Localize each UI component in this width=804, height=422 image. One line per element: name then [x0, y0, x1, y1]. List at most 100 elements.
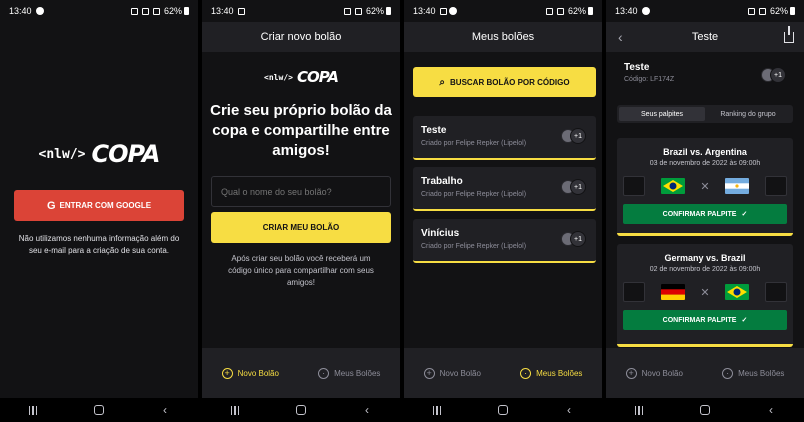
logo-bracket: <nlw/>: [264, 72, 293, 82]
status-time: 13:40: [211, 6, 234, 16]
battery-icon: [588, 7, 593, 15]
wifi-icon: [556, 7, 564, 15]
privacy-disclaimer: Não utilizamos nenhuma informação além d…: [18, 234, 180, 255]
header: Meus bolões: [404, 22, 602, 52]
home-icon[interactable]: [286, 405, 316, 415]
create-pool-screen: 13:40 62% Criar novo bolão <nlw/> COPA C…: [202, 0, 400, 422]
tab-my-pools-label: Meus Bolões: [738, 368, 785, 378]
versus-icon: ✕: [700, 286, 710, 299]
participants-count: +1: [770, 67, 786, 83]
tab-my-guesses[interactable]: Seus palpites: [619, 107, 705, 121]
participants-count: +1: [570, 128, 586, 144]
back-arrow-icon[interactable]: ‹: [618, 29, 623, 45]
recents-icon[interactable]: [220, 405, 250, 415]
page-heading: Crie seu próprio bolão da copa e compart…: [210, 102, 392, 159]
my-pools-screen: 13:40 62% Meus bolões ⌕ BUSCAR BOLÃO POR…: [404, 0, 602, 422]
plus-circle-icon: +: [221, 367, 233, 379]
recents-icon[interactable]: [422, 405, 452, 415]
brazil-flag-icon: [725, 284, 750, 300]
notification-icon: [448, 7, 457, 15]
signal-icon: [152, 7, 160, 15]
score-input-right[interactable]: [764, 176, 787, 196]
search-pool-button[interactable]: ⌕ BUSCAR BOLÃO POR CÓDIGO: [413, 67, 596, 97]
wifi-icon: [141, 7, 149, 15]
home-icon[interactable]: [84, 405, 114, 415]
soccer-ball-icon: ·: [318, 367, 330, 379]
header: ‹ Teste: [606, 22, 804, 52]
system-nav-bar: ‹: [404, 398, 602, 422]
confirm-guess-button[interactable]: CONFIRMAR PALPITE ✓: [623, 310, 787, 330]
status-time: 13:40: [615, 6, 638, 16]
create-pool-info: Após criar seu bolão você receberá um có…: [228, 254, 374, 287]
wifi-icon: [758, 7, 766, 15]
alarm-icon: [343, 7, 351, 15]
game-date: 03 de novembro de 2022 às 09:00h: [649, 160, 761, 167]
back-icon[interactable]: ‹: [352, 403, 382, 417]
game-title: Brazil vs. Argentina: [663, 147, 747, 157]
back-icon[interactable]: ‹: [554, 403, 584, 417]
create-pool-button[interactable]: CRIAR MEU BOLÃO: [211, 212, 391, 243]
app-logo: <nlw/> COPA: [202, 68, 400, 86]
tab-my-pools[interactable]: · Meus Bolões: [722, 367, 785, 379]
page-title: Meus bolões: [471, 31, 535, 43]
page-title: Teste: [691, 31, 719, 43]
google-login-label: ENTRAR COM GOOGLE: [59, 201, 152, 210]
home-icon[interactable]: [488, 405, 518, 415]
tab-my-pools[interactable]: · Meus Bolões: [520, 367, 582, 379]
tab-my-pools[interactable]: · Meus Bolões: [318, 367, 381, 379]
logo-word: COPA: [91, 140, 160, 168]
plus-circle-icon: +: [625, 367, 637, 379]
home-icon[interactable]: [690, 405, 720, 415]
score-input-left[interactable]: [623, 282, 645, 302]
system-nav-bar: ‹: [0, 398, 198, 422]
bottom-tab-bar: + Novo Bolão · Meus Bolões: [606, 348, 804, 398]
pool-name: Teste: [624, 62, 650, 73]
participants: +1: [761, 67, 786, 83]
tab-group-ranking[interactable]: Ranking do grupo: [705, 107, 791, 121]
battery-level: 62%: [365, 6, 384, 16]
tab-new-pool[interactable]: + Novo Bolão: [625, 367, 683, 379]
tab-new-pool[interactable]: + Novo Bolão: [423, 367, 481, 379]
status-bar: 13:40 62%: [0, 0, 198, 22]
back-icon[interactable]: ‹: [150, 403, 180, 417]
score-input-left[interactable]: [623, 176, 645, 196]
tab-new-pool-label: Novo Bolão: [237, 368, 279, 378]
score-input-right[interactable]: [764, 282, 787, 302]
soccer-ball-icon: ·: [722, 367, 734, 379]
pool-name-input[interactable]: [211, 176, 391, 207]
battery-level: 62%: [769, 6, 788, 16]
google-login-button[interactable]: G ENTRAR COM GOOGLE: [14, 190, 184, 221]
argentina-flag-icon: [725, 178, 750, 194]
brazil-flag-icon: [660, 178, 685, 194]
alarm-icon: [130, 7, 138, 15]
header: Criar novo bolão: [202, 22, 400, 52]
tab-new-pool-label: Novo Bolão: [439, 368, 481, 378]
game-title: Germany vs. Brazil: [664, 253, 746, 263]
login-screen: 13:40 62% <nlw/> COPA G ENTRAR COM GOOGL…: [0, 0, 198, 422]
germany-flag-icon: [660, 284, 685, 300]
share-icon[interactable]: [784, 25, 794, 43]
tab-new-pool[interactable]: + Novo Bolão: [221, 367, 279, 379]
participants: +1: [561, 128, 586, 144]
system-nav-bar: ‹: [606, 398, 804, 422]
google-icon: G: [46, 199, 56, 212]
status-time: 13:40: [413, 6, 436, 16]
app-logo: <nlw/> COPA: [0, 140, 198, 168]
game-card: Brazil vs. Argentina 03 de novembro de 2…: [617, 138, 793, 236]
pool-card[interactable]: Trabalho Criado por Felipe Repker (Lipel…: [413, 167, 596, 211]
score-row: ✕: [617, 176, 793, 196]
logo-word: COPA: [296, 68, 339, 86]
confirm-guess-label: CONFIRMAR PALPITE: [662, 210, 737, 218]
recents-icon[interactable]: [624, 405, 654, 415]
back-icon[interactable]: ‹: [756, 403, 786, 417]
pool-details-screen: 13:40 62% ‹ Teste Teste Código: LF174Z +…: [606, 0, 804, 422]
tab-my-pools-label: Meus Bolões: [334, 368, 381, 378]
confirm-guess-button[interactable]: CONFIRMAR PALPITE ✓: [623, 204, 787, 224]
battery-icon: [790, 7, 795, 15]
pool-card[interactable]: Teste Criado por Felipe Repker (Lipelol)…: [413, 116, 596, 160]
pool-card[interactable]: Vinícius Criado por Felipe Repker (Lipel…: [413, 219, 596, 263]
check-icon: ✓: [741, 211, 748, 218]
recents-icon[interactable]: [18, 405, 48, 415]
battery-level: 62%: [163, 6, 182, 16]
tab-new-pool-label: Novo Bolão: [641, 368, 683, 378]
